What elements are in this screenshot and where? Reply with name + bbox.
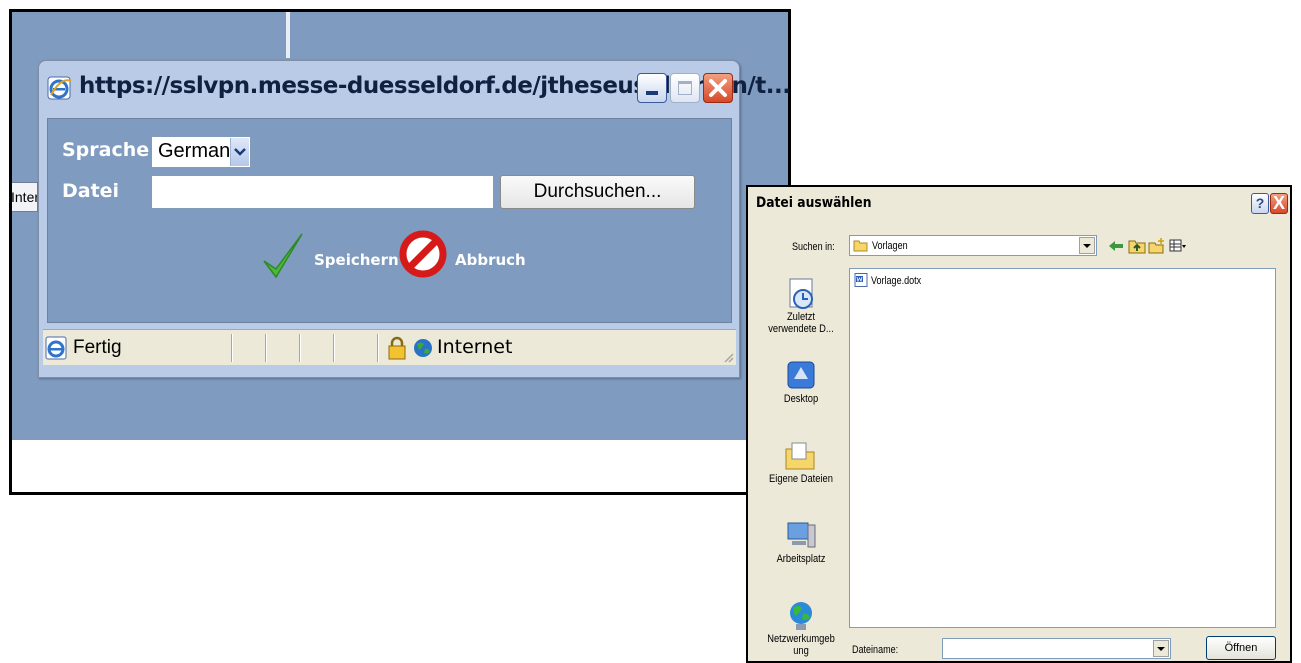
language-select-value: German <box>158 140 231 162</box>
status-bar: Fertig Internet <box>43 329 736 365</box>
up-folder-icon[interactable] <box>1128 237 1146 255</box>
lock-icon <box>388 336 406 360</box>
background-divider <box>286 12 290 58</box>
desktop-icon <box>787 361 815 389</box>
filename-label: Dateiname: <box>852 644 899 656</box>
status-separator <box>299 334 301 362</box>
language-label: Sprache <box>62 139 150 161</box>
popup-title: https://sslvpn.messe-duesseldorf.de/jthe… <box>79 73 791 99</box>
place-label: Netzwerkumgeb ung <box>767 633 835 657</box>
file-list[interactable]: Vorlage.dotx <box>849 268 1276 628</box>
background-partial-button[interactable]: Intern <box>11 182 38 212</box>
chevron-down-icon[interactable] <box>230 138 249 166</box>
recent-documents-icon <box>789 278 813 309</box>
look-in-value: Vorlagen <box>872 240 908 252</box>
my-computer-icon <box>787 522 816 548</box>
popup-titlebar[interactable]: https://sslvpn.messe-duesseldorf.de/jthe… <box>43 65 791 115</box>
checkmark-icon[interactable] <box>261 231 305 281</box>
views-menu-icon[interactable] <box>1169 237 1187 255</box>
place-my-computer[interactable]: Arbeitsplatz <box>756 519 846 565</box>
file-dialog: Datei auswählen ? X Suchen in: Vorlagen … <box>746 185 1292 663</box>
file-name: Vorlage.dotx <box>871 275 922 287</box>
place-label: Eigene Dateien <box>769 473 833 485</box>
popup-window: https://sslvpn.messe-duesseldorf.de/jthe… <box>38 60 791 378</box>
file-label: Datei <box>62 180 120 202</box>
background-partial-button-label: Intern <box>11 189 37 205</box>
status-separator <box>265 334 267 362</box>
back-arrow-icon[interactable] <box>1107 237 1125 255</box>
folder-icon <box>853 240 868 252</box>
security-zone-text: Internet <box>437 336 513 358</box>
browse-button[interactable]: Durchsuchen... <box>500 175 695 209</box>
place-label: Desktop <box>783 393 819 405</box>
chevron-down-icon[interactable] <box>1079 237 1095 254</box>
page-status-icon <box>45 336 67 360</box>
status-separator <box>333 334 335 362</box>
open-button[interactable]: Öffnen <box>1206 636 1276 660</box>
status-text: Fertig <box>73 337 122 358</box>
save-link[interactable]: Speichern <box>314 251 399 269</box>
maximize-button[interactable] <box>670 73 700 103</box>
close-button[interactable] <box>703 73 733 103</box>
close-icon <box>709 79 727 97</box>
filename-input[interactable] <box>942 638 1171 659</box>
file-path-input[interactable] <box>151 175 494 209</box>
status-separator <box>377 334 379 362</box>
place-network[interactable]: Netzwerkumgeb ung <box>756 599 846 657</box>
places-bar: Zuletzt verwendete D... Desktop Eigene Da… <box>756 267 846 661</box>
new-folder-icon[interactable] <box>1148 237 1166 255</box>
status-separator <box>231 334 233 362</box>
dialog-close-button[interactable]: X <box>1270 193 1288 214</box>
dialog-title: Datei auswählen <box>756 195 872 211</box>
resize-grip-icon[interactable] <box>722 351 734 363</box>
help-button[interactable]: ? <box>1251 193 1269 214</box>
minimize-button[interactable] <box>637 73 667 103</box>
network-places-icon <box>790 602 812 630</box>
globe-icon <box>414 339 432 357</box>
cancel-link[interactable]: Abbruch <box>455 251 526 269</box>
prohibited-icon[interactable] <box>399 230 447 278</box>
place-recent[interactable]: Zuletzt verwendete D... <box>756 277 846 335</box>
chevron-down-icon[interactable] <box>1153 640 1169 657</box>
my-documents-icon <box>785 442 815 470</box>
place-my-documents[interactable]: Eigene Dateien <box>756 439 846 485</box>
look-in-label: Suchen in: <box>792 241 835 253</box>
internet-explorer-icon <box>47 76 72 100</box>
language-select[interactable]: German <box>151 136 251 168</box>
word-document-icon <box>854 273 868 287</box>
place-desktop[interactable]: Desktop <box>756 359 846 405</box>
place-label: Zuletzt verwendete D... <box>768 311 834 335</box>
place-label: Arbeitsplatz <box>776 553 826 565</box>
look-in-select[interactable]: Vorlagen <box>849 235 1097 256</box>
popup-form: Sprache German Datei Durchsuchen... Spei… <box>47 118 732 323</box>
